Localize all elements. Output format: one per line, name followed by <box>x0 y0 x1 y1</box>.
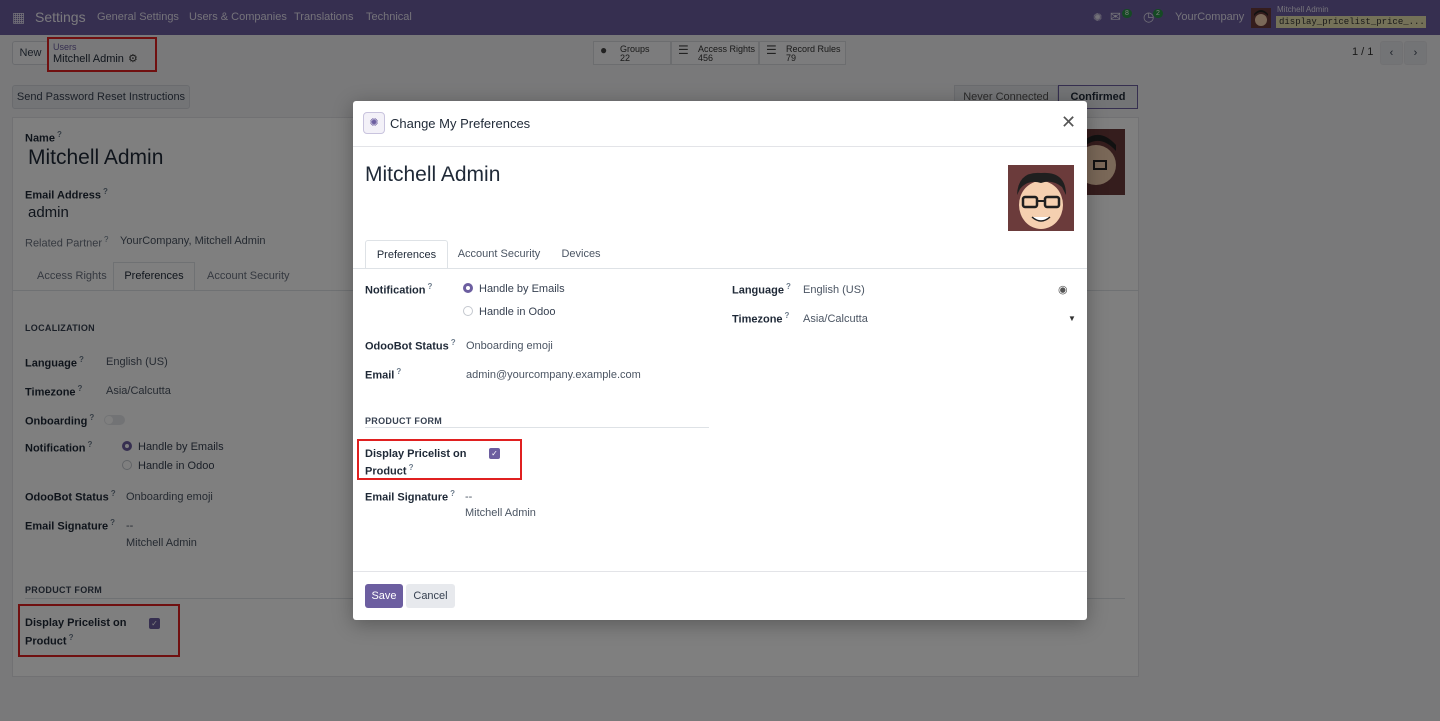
debug-bug-icon[interactable]: ✺ <box>363 112 385 134</box>
dialog-tab-account-security[interactable]: Account Security <box>453 240 545 269</box>
globe-icon[interactable]: ◉ <box>1058 283 1068 296</box>
dialog-avatar[interactable] <box>1008 165 1074 231</box>
dialog-footer-divider <box>353 571 1087 572</box>
dialog-notif-handle-odoo[interactable]: Handle in Odoo <box>463 306 555 318</box>
dialog-timezone-select[interactable]: Asia/Calcutta <box>803 313 868 325</box>
dialog-language-select[interactable]: English (US) <box>803 284 865 296</box>
dialog-notif-opt2-text: Handle in Odoo <box>479 306 556 318</box>
dialog-odoobot-label: OdooBot Status? <box>365 338 456 353</box>
cancel-button[interactable]: Cancel <box>406 584 455 608</box>
radio-selected-icon <box>463 283 473 293</box>
dialog-pricelist-label-line1: Display Pricelist on <box>365 448 467 460</box>
dialog-timezone-label: Timezone? <box>732 311 790 326</box>
dialog-odoobot-value[interactable]: Onboarding emoji <box>466 340 553 352</box>
dialog-tab-devices[interactable]: Devices <box>553 240 609 269</box>
radio-empty-icon <box>463 306 473 316</box>
preferences-dialog: ✺ Change My Preferences ✕ Mitchell Admin… <box>353 101 1087 620</box>
dialog-odoobot-label-text: OdooBot Status <box>365 340 449 353</box>
dialog-pricelist-label-line2-text: Product <box>365 465 407 478</box>
dialog-email-label-text: Email <box>365 369 395 382</box>
dialog-user-name: Mitchell Admin <box>365 163 501 186</box>
dialog-pricelist-checkbox[interactable]: ✓ <box>489 448 500 459</box>
dialog-signature-line2[interactable]: Mitchell Admin <box>465 507 536 519</box>
dialog-language-label: Language? <box>732 282 791 297</box>
dialog-notif-opt1-text: Handle by Emails <box>479 283 565 295</box>
dialog-notification-label-text: Notification <box>365 284 426 297</box>
chevron-down-icon[interactable]: ▼ <box>1068 314 1076 323</box>
dialog-email-value[interactable]: admin@yourcompany.example.com <box>466 369 641 381</box>
dialog-tab-preferences[interactable]: Preferences <box>365 240 448 269</box>
dialog-signature-label: Email Signature? <box>365 489 456 504</box>
dialog-title: Change My Preferences <box>390 116 531 131</box>
avatar-face-icon <box>1008 165 1074 231</box>
dialog-signature-label-text: Email Signature <box>365 491 449 504</box>
close-icon[interactable]: ✕ <box>1061 113 1076 131</box>
dialog-tabs-divider <box>353 268 1087 269</box>
save-button[interactable]: Save <box>365 584 403 608</box>
dialog-language-label-text: Language <box>732 284 784 297</box>
dialog-email-label: Email? <box>365 367 402 382</box>
dialog-pricelist-label-line2: Product? <box>365 463 414 478</box>
dialog-product-form-title: PRODUCT FORM <box>365 416 443 426</box>
dialog-notif-handle-emails[interactable]: Handle by Emails <box>463 283 565 295</box>
dialog-timezone-label-text: Timezone <box>732 313 783 326</box>
dialog-notification-label: Notification? <box>365 282 433 297</box>
dialog-section-divider <box>365 427 709 428</box>
dialog-signature-line1[interactable]: -- <box>465 491 472 503</box>
